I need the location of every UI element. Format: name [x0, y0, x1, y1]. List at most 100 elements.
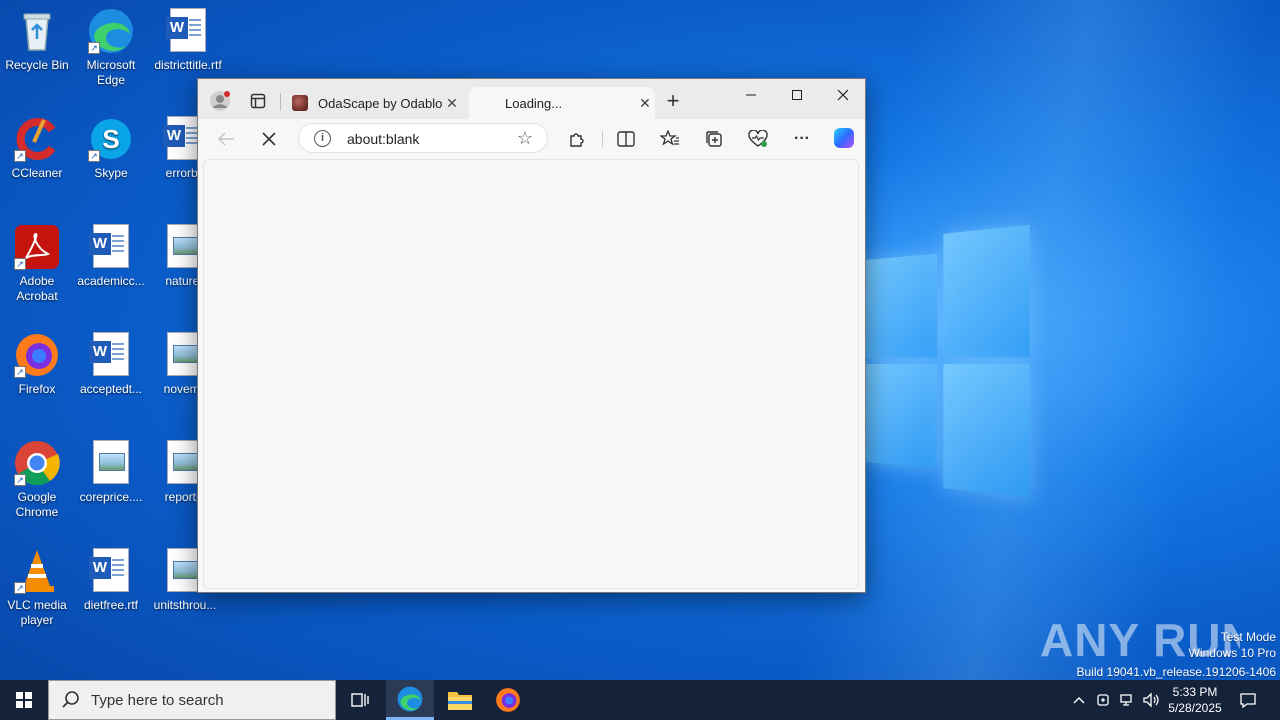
desktop-icon-label: Microsoft Edge: [86, 58, 136, 87]
split-screen-icon[interactable]: [614, 127, 638, 151]
odascape-favicon: [292, 95, 308, 111]
network-icon[interactable]: [1116, 680, 1138, 720]
desktop-icon-label: coreprice....: [79, 490, 143, 504]
minimize-button[interactable]: [728, 79, 774, 111]
desktop-icon-label: dietfree.rtf: [83, 598, 139, 612]
clock-time: 5:33 PM: [1172, 685, 1218, 699]
firefox-icon: [496, 688, 520, 712]
address-bar[interactable]: i about:blank ☆: [298, 123, 548, 153]
action-center-notification-icon[interactable]: [1234, 680, 1262, 720]
search-icon: [61, 690, 81, 710]
shortcut-arrow-icon: ↗: [14, 150, 26, 162]
desktop-icon-firefox[interactable]: ↗ Firefox: [0, 332, 74, 397]
clock-date: 5/28/2025: [1168, 701, 1222, 715]
skype-icon: S ↗: [88, 116, 134, 162]
profile-icon[interactable]: [208, 89, 232, 113]
page-content-blank[interactable]: [203, 159, 859, 589]
ccleaner-icon: ↗: [14, 116, 60, 162]
tab-actions-icon[interactable]: [246, 89, 270, 113]
extensions-icon[interactable]: [565, 127, 589, 151]
desktop-icon-image-file[interactable]: coreprice....: [74, 440, 148, 505]
desktop-icon-label: Skype: [94, 166, 128, 180]
shortcut-arrow-icon: ↗: [88, 42, 100, 54]
back-icon[interactable]: [214, 127, 238, 151]
word-document-icon: W: [89, 548, 129, 592]
desktop-icon-label: Google Chrome: [15, 490, 59, 519]
word-document-icon: W: [89, 224, 129, 268]
maximize-button[interactable]: [774, 79, 820, 111]
shortcut-arrow-icon: ↗: [14, 582, 26, 594]
close-tab-icon[interactable]: ✕: [442, 95, 462, 112]
desktop-icon-label: unitsthrou...: [153, 598, 217, 612]
folder-icon: [448, 692, 472, 710]
favorite-star-icon[interactable]: ☆: [517, 128, 533, 149]
windows-start-icon: [16, 692, 32, 708]
toolbar-divider: [602, 131, 603, 147]
shortcut-arrow-icon: ↗: [14, 258, 26, 270]
browser-title-bar: OdaScape by Odablock ✕ Loading... ✕ +: [198, 79, 865, 119]
taskbar-edge-button[interactable]: [386, 680, 434, 720]
desktop-icon-word-doc[interactable]: W acceptedt...: [74, 332, 148, 397]
tab-odascape[interactable]: OdaScape by Odablock ✕: [284, 87, 462, 119]
firefox-icon: ↗: [14, 332, 60, 378]
desktop-icon-adobe-acrobat[interactable]: ↗ Adobe Acrobat: [0, 224, 74, 304]
watermark-build: Build 19041.vb_release.191206-1406: [1076, 665, 1277, 679]
volume-icon[interactable]: [1140, 680, 1162, 720]
show-hidden-icons-chevron-up-icon[interactable]: [1068, 680, 1090, 720]
tab-label: Loading...: [505, 95, 563, 111]
desktop-icon-recycle-bin[interactable]: Recycle Bin: [0, 8, 74, 73]
desktop-icon-label: districttitle.rtf: [154, 58, 222, 72]
desktop-icon-ccleaner[interactable]: ↗ CCleaner: [0, 116, 74, 181]
start-button[interactable]: [0, 680, 48, 720]
desktop-icon-word-doc[interactable]: W districttitle.rtf: [148, 8, 228, 73]
desktop-icon-label: CCleaner: [11, 166, 63, 180]
desktop-icon-label: acceptedt...: [79, 382, 143, 396]
task-view-button[interactable]: [336, 680, 384, 720]
chrome-icon: ↗: [14, 440, 60, 486]
desktop-icon-skype[interactable]: S ↗ Skype: [74, 116, 148, 181]
new-tab-button[interactable]: +: [661, 88, 685, 113]
desktop-icon-label: Adobe Acrobat: [16, 274, 58, 303]
desktop-icon-microsoft-edge[interactable]: ↗ Microsoft Edge: [74, 8, 148, 88]
taskbar-clock[interactable]: 5:33 PM 5/28/2025: [1160, 684, 1230, 716]
close-window-button[interactable]: [820, 79, 866, 111]
address-url: about:blank: [347, 131, 420, 147]
watermark-windows-edition: Windows 10 Pro: [1188, 646, 1276, 660]
taskbar: Type here to search 5:33 PM 5/28/2025: [0, 680, 1280, 720]
taskbar-firefox-button[interactable]: [484, 680, 532, 720]
stop-icon[interactable]: [257, 127, 281, 151]
word-document-icon: W: [89, 332, 129, 376]
collections-icon[interactable]: [702, 127, 726, 151]
taskbar-search-box[interactable]: Type here to search: [48, 680, 336, 720]
desktop-icon-word-doc[interactable]: W dietfree.rtf: [74, 548, 148, 613]
watermark-test-mode: Test Mode: [1220, 630, 1276, 644]
favorites-icon[interactable]: [658, 127, 682, 151]
desktop-icon-vlc[interactable]: ↗ VLC media player: [0, 548, 74, 628]
taskbar-file-explorer-button[interactable]: [436, 680, 484, 720]
more-icon[interactable]: ···: [790, 127, 814, 151]
browser-essentials-icon[interactable]: [746, 127, 770, 151]
tab-loading[interactable]: Loading... ✕: [469, 87, 655, 119]
onedrive-tray-icon[interactable]: [1092, 680, 1114, 720]
desktop-icon-google-chrome[interactable]: ↗ Google Chrome: [0, 440, 74, 520]
svg-text:S: S: [102, 124, 119, 154]
shortcut-arrow-icon: ↗: [88, 150, 100, 162]
browser-toolbar: i about:blank ☆ ···: [198, 119, 865, 157]
close-tab-icon[interactable]: ✕: [635, 95, 655, 112]
desktop-icon-label: academicc...: [77, 274, 145, 288]
edge-icon: ↗: [88, 8, 134, 54]
copilot-icon[interactable]: [834, 128, 854, 148]
windows-logo-wallpaper: [866, 224, 1030, 498]
shortcut-arrow-icon: ↗: [14, 366, 26, 378]
desktop-icon-label: Recycle Bin: [5, 58, 69, 72]
desktop-icon-label: VLC media player: [7, 598, 67, 627]
desktop-icon-label: Firefox: [18, 382, 56, 396]
shortcut-arrow-icon: ↗: [14, 474, 26, 486]
adobe-acrobat-icon: ↗: [14, 224, 60, 270]
info-icon[interactable]: i: [314, 130, 331, 147]
desktop-icon-word-doc[interactable]: W academicc...: [74, 224, 148, 289]
tab-label: OdaScape by Odablock: [318, 95, 442, 111]
image-file-icon: [93, 440, 129, 484]
recycle-bin-icon: [14, 8, 60, 54]
tab-divider: [280, 93, 281, 111]
